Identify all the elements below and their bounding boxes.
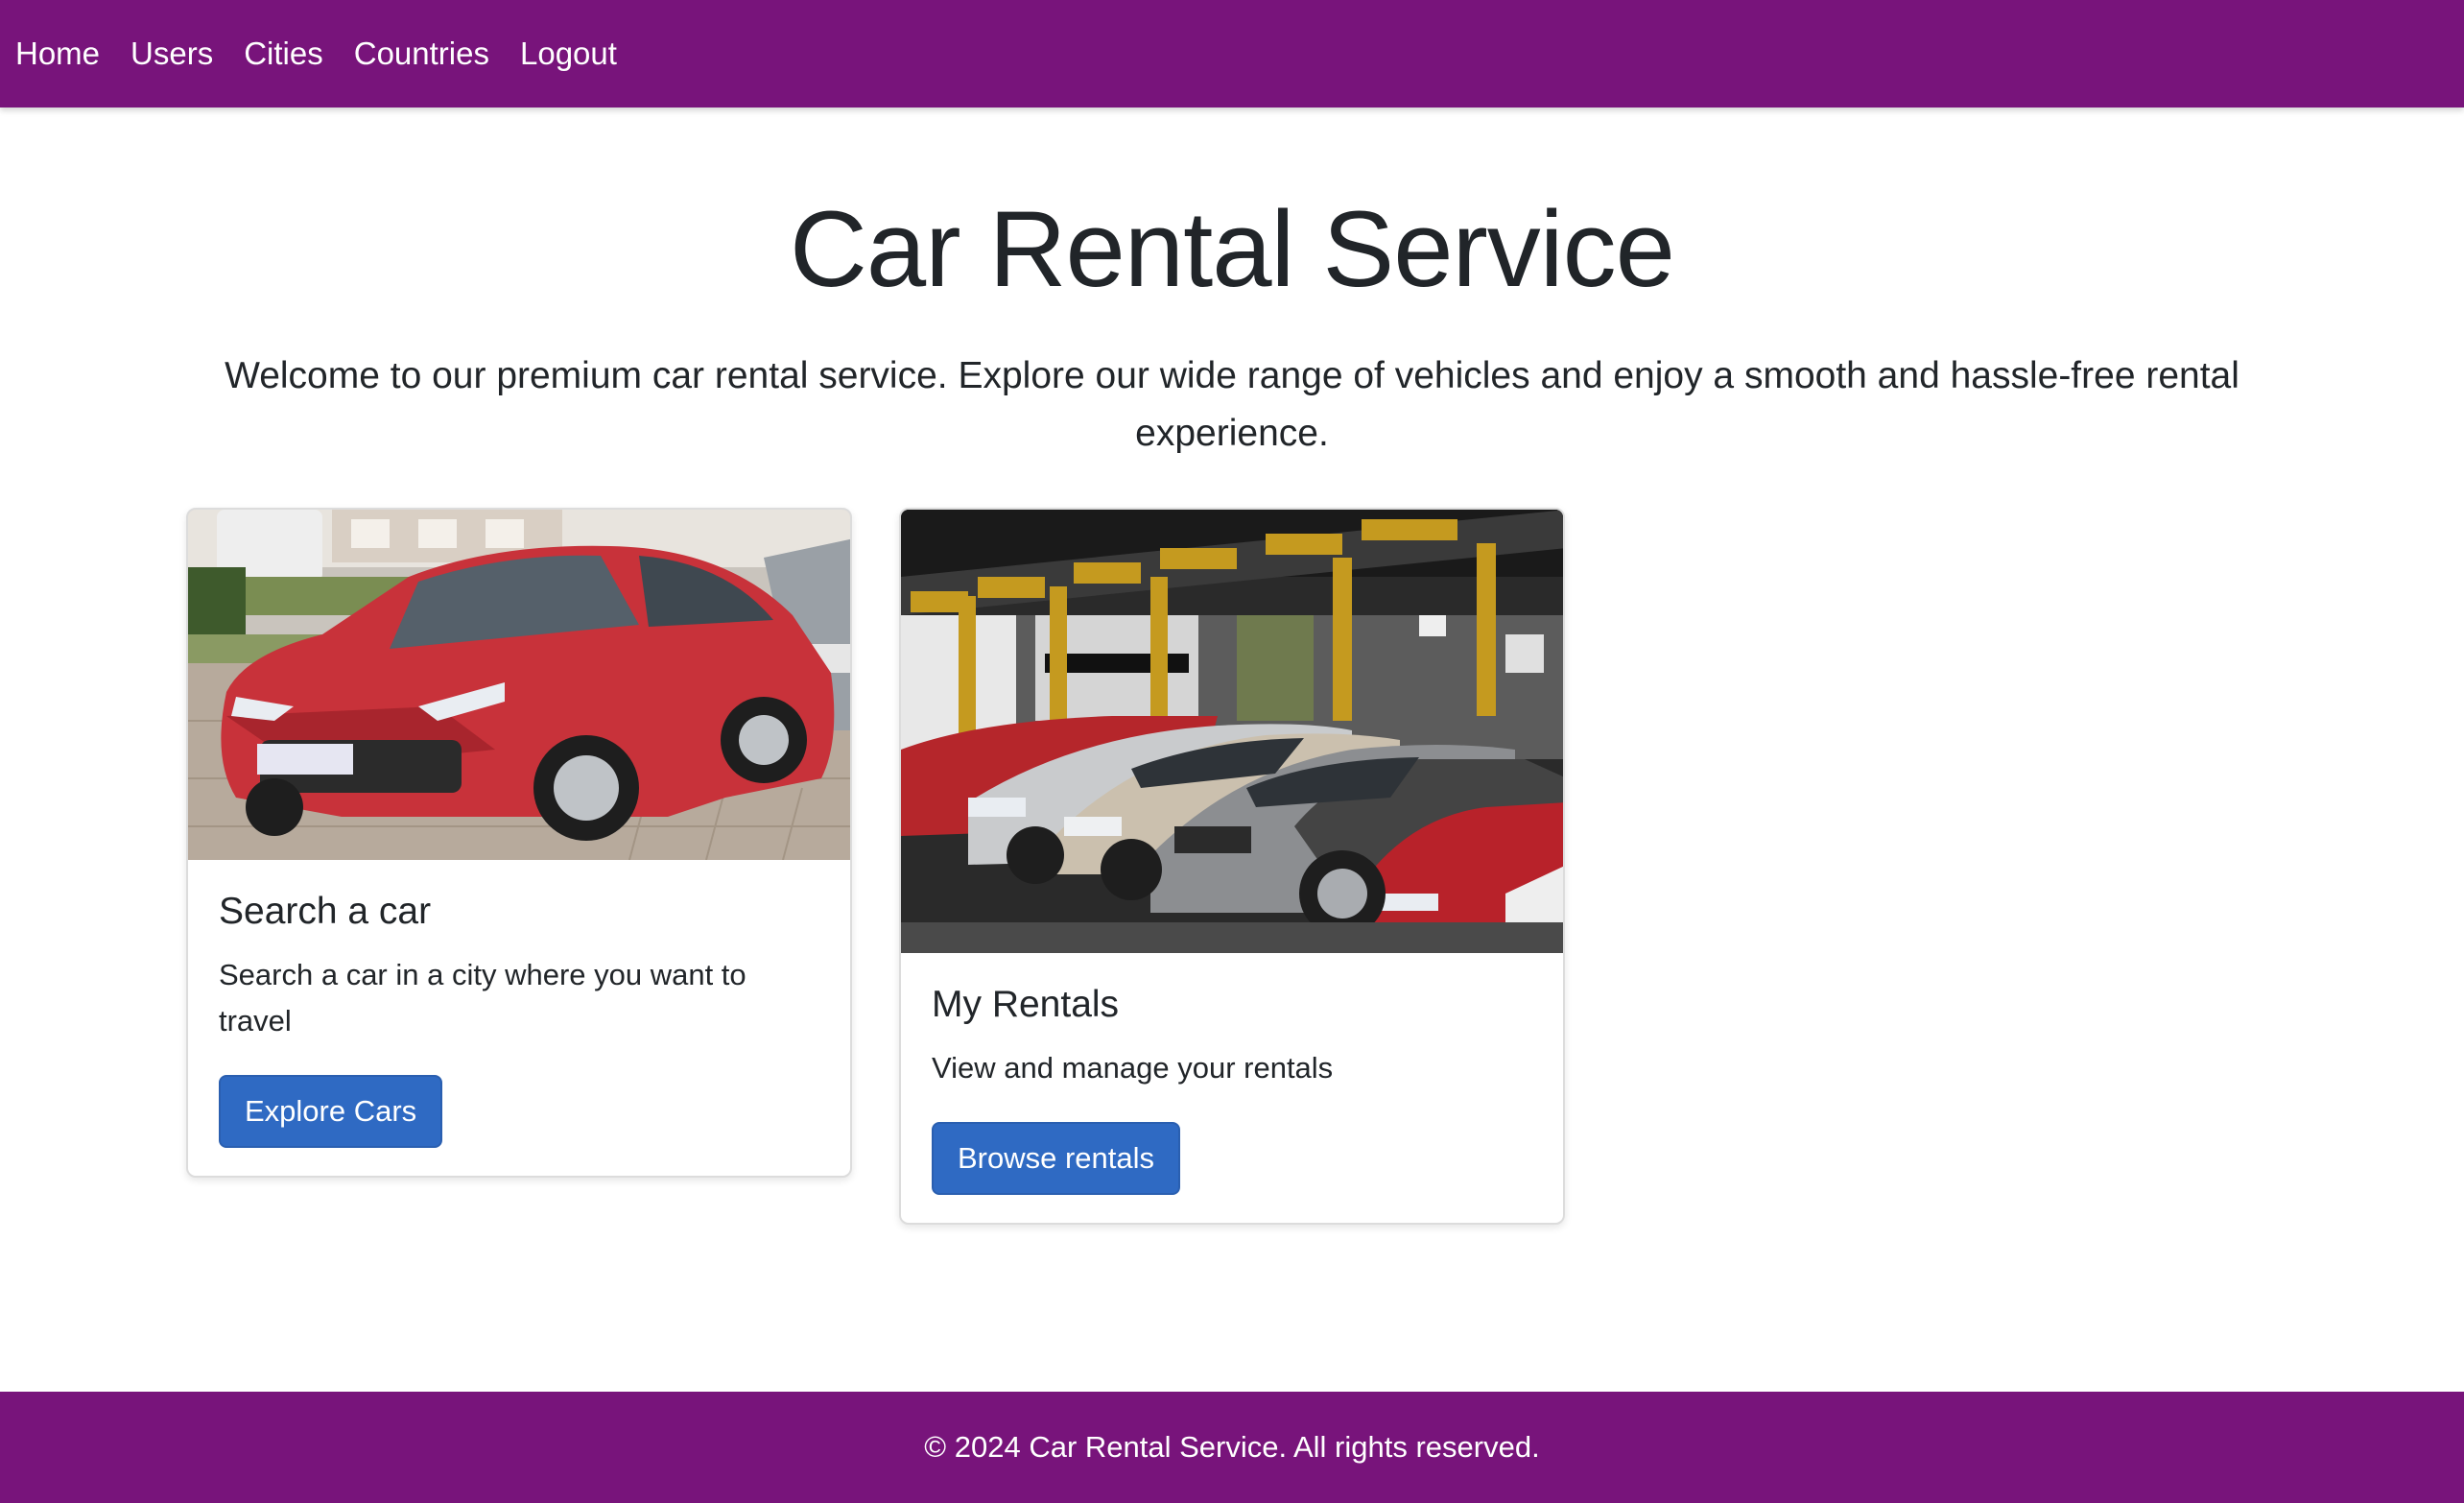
nav-cities-link[interactable]: Cities	[244, 36, 323, 72]
my-rentals-card: My Rentals View and manage your rentals …	[899, 508, 1565, 1225]
explore-cars-button[interactable]: Explore Cars	[219, 1075, 443, 1148]
nav-users-link[interactable]: Users	[130, 36, 213, 72]
page-title: Car Rental Service	[790, 189, 1675, 309]
red-hatchback-car-photo	[188, 510, 850, 860]
card-body: My Rentals View and manage your rentals …	[901, 953, 1563, 1223]
nav-home-link[interactable]: Home	[15, 36, 100, 72]
browse-rentals-button[interactable]: Browse rentals	[932, 1122, 1181, 1195]
nav-logout-link[interactable]: Logout	[520, 36, 617, 72]
nav-countries-link[interactable]: Countries	[354, 36, 489, 72]
card-text: Search a car in a city where you want to…	[219, 958, 746, 1038]
welcome-text: Welcome to our premium car rental servic…	[225, 355, 2239, 454]
page-footer: © 2024 Car Rental Service. All rights re…	[0, 1392, 2464, 1503]
card-title: My Rentals	[932, 984, 1120, 1025]
footer-copyright: © 2024 Car Rental Service. All rights re…	[924, 1430, 1540, 1464]
rental-car-lot-photo	[901, 510, 1563, 953]
card-text: View and manage your rentals	[932, 1051, 1334, 1085]
search-car-card: Search a car Search a car in a city wher…	[186, 508, 852, 1178]
card-title: Search a car	[219, 891, 432, 932]
top-navbar: Home Users Cities Countries Logout	[0, 0, 2464, 107]
card-body: Search a car Search a car in a city wher…	[188, 860, 850, 1176]
